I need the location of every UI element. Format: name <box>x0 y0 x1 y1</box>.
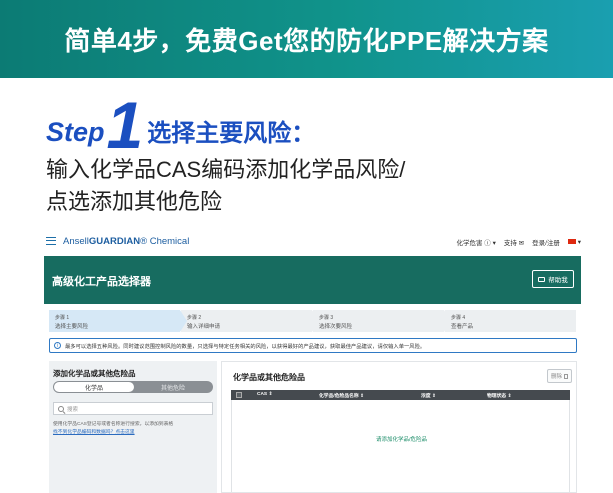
menu-icon[interactable] <box>46 237 56 245</box>
page-title: 高级化工产品选择器 <box>52 276 151 288</box>
chat-icon <box>538 276 546 282</box>
cas-help-link[interactable]: 找不到化学品编码和数据吗？点击这里 <box>53 428 135 435</box>
stepper-step-1[interactable]: 步骤 1 选择主要风险 <box>49 310 187 332</box>
search-placeholder: 搜索 <box>67 406 79 413</box>
header-bar: 高级化工产品选择器 帮助我 <box>44 256 581 304</box>
step-number: 1 <box>106 88 144 163</box>
support-link[interactable]: 支持 ✉ <box>504 237 524 247</box>
select-all-checkbox[interactable] <box>236 392 242 398</box>
login-link[interactable]: 登录/注册 <box>532 237 560 247</box>
search-hint: 使用化学品CAS登记号或者名称进行搜索，以添加到表格 <box>53 422 174 427</box>
stepper-step-4[interactable]: 步骤 4 查看产品 <box>445 310 577 332</box>
step-arrow <box>180 310 187 332</box>
column-cas[interactable]: CAS ⇕ <box>257 392 272 397</box>
region-selector[interactable]: ▾ <box>567 238 581 246</box>
step-arrow <box>312 310 319 332</box>
top-navigation: AnsellGUARDIAN® Chemical 化学危害 ⓘ ▾ 支持 ✉ 登… <box>40 230 585 252</box>
step-heading: Step 1 选择主要风险： <box>46 88 316 163</box>
promo-banner: 简单4步，免费Get您的防化PPE解决方案 <box>0 0 613 78</box>
table-body: 请添加化学品/危险品 <box>231 400 570 492</box>
info-icon: i <box>54 342 61 349</box>
step-word: Step <box>46 117 105 147</box>
column-concentration[interactable]: 浓度 ⇕ <box>421 392 436 399</box>
empty-table-message: 请添加化学品/危险品 <box>375 437 428 443</box>
add-hazard-panel: 添加化学品或其他危险品 化学品 其他危险 搜索 使用化学品CAS登记号或者名称进… <box>49 361 217 493</box>
hazard-list-panel: 化学品或其他危险品 删除 CAS ⇕ 化学品/危险品名称 ⇕ 浓度 ⇕ 物理状态… <box>221 361 577 493</box>
search-input[interactable]: 搜索 <box>53 402 213 415</box>
stepper-step-2[interactable]: 步骤 2 输入详细申请 <box>181 310 319 332</box>
step-title: 选择主要风险： <box>147 120 316 147</box>
column-name[interactable]: 化学品/危险品名称 ⇕ <box>319 392 364 399</box>
hazard-list-title: 化学品或其他危险品 <box>233 373 305 382</box>
china-flag-icon <box>567 239 576 244</box>
stepper-step-3[interactable]: 步骤 3 选择次要风险 <box>313 310 451 332</box>
brand-logo[interactable]: AnsellGUARDIAN® Chemical <box>63 236 189 247</box>
info-notice: i 最多可以选择五种风险。同时建议范围控制风险的数量，只选择与特定任务相关的风险… <box>49 338 577 353</box>
toggle-chemicals[interactable]: 化学品 <box>54 382 134 392</box>
add-hazard-title: 添加化学品或其他危险品 <box>53 369 136 378</box>
step-arrow <box>444 310 451 332</box>
delete-button[interactable]: 删除 <box>547 369 572 383</box>
help-button[interactable]: 帮助我 <box>532 270 574 288</box>
nav-links: 化学危害 ⓘ ▾ 支持 ✉ 登录/注册 ▾ <box>456 237 581 247</box>
search-icon <box>58 405 64 412</box>
hazard-type-toggle: 化学品 其他危险 <box>53 381 213 393</box>
toggle-other-hazards[interactable]: 其他危险 <box>134 382 212 392</box>
table-header: CAS ⇕ 化学品/危险品名称 ⇕ 浓度 ⇕ 物理状态 ⇕ <box>231 390 570 400</box>
app-screenshot: AnsellGUARDIAN® Chemical 化学危害 ⓘ ▾ 支持 ✉ 登… <box>40 230 585 493</box>
info-text: 最多可以选择五种风险。同时建议范围控制风险的数量，只选择与特定任务相关的风险，以… <box>65 343 426 350</box>
banner-title: 简单4步，免费Get您的防化PPE解决方案 <box>64 25 549 56</box>
language-selector[interactable]: 化学危害 ⓘ ▾ <box>456 237 495 247</box>
trash-icon <box>564 373 568 379</box>
step-description-line-2: 点选添加其他危险 <box>46 189 223 214</box>
progress-stepper: 步骤 1 选择主要风险 步骤 2 输入详细申请 步骤 3 选择次要风险 步骤 4… <box>49 310 577 332</box>
column-physical-state[interactable]: 物理状态 ⇕ <box>487 392 512 399</box>
step-description-line-1: 输入化学品CAS编码添加化学品风险/ <box>46 157 406 182</box>
